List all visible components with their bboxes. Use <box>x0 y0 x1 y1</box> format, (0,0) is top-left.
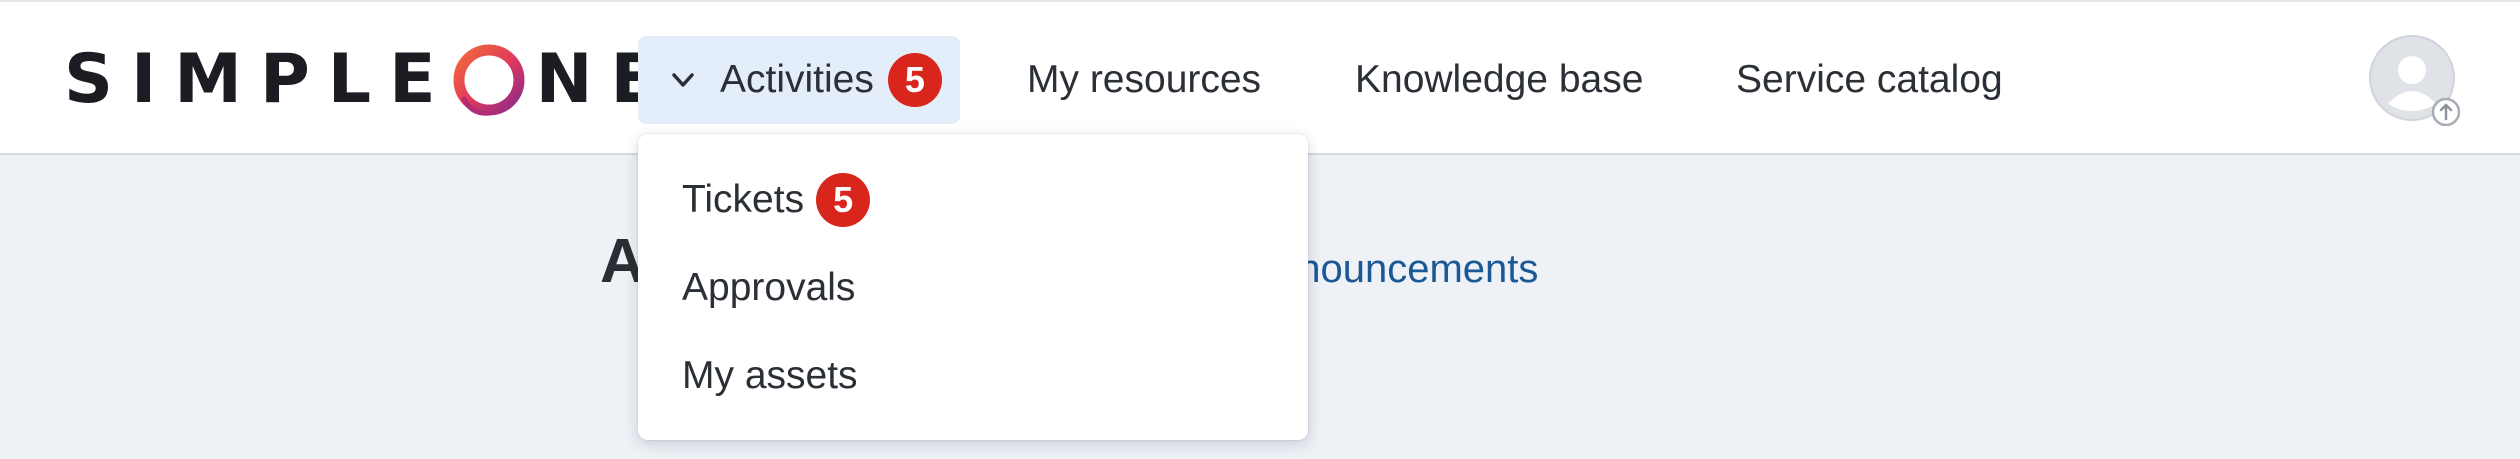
logo-ring-icon <box>453 44 525 116</box>
nav-my-resources[interactable]: My resources <box>1027 36 1261 124</box>
announcements-link[interactable]: nnouncements <box>1276 247 1538 292</box>
simpleone-logo[interactable]: SIMPLE NE <box>64 40 675 120</box>
activities-count-badge: 5 <box>887 53 942 107</box>
nav-activities-label: Activities <box>720 58 874 101</box>
nav-activities[interactable]: Activities 5 <box>638 36 960 124</box>
menu-item-my-assets[interactable]: My assets <box>682 346 858 406</box>
nav-knowledge-base[interactable]: Knowledge base <box>1355 36 1643 124</box>
menu-item-approvals[interactable]: Approvals <box>682 258 855 318</box>
tickets-count-badge: 5 <box>816 173 871 227</box>
menu-item-label: Tickets <box>682 178 805 221</box>
menu-item-tickets[interactable]: Tickets 5 <box>682 170 871 230</box>
chevron-down-icon <box>672 73 694 87</box>
logo-text-left: SIMPLE <box>64 40 454 119</box>
nav-service-catalog[interactable]: Service catalog <box>1736 36 2003 124</box>
menu-item-label: Approvals <box>682 266 856 309</box>
user-avatar-icon[interactable] <box>2368 34 2460 126</box>
top-navigation-bar: SIMPLE NE Activities 5 My resources Know… <box>0 0 2520 155</box>
activities-dropdown-menu: Tickets 5 Approvals My assets <box>638 134 1308 440</box>
menu-item-label: My assets <box>682 354 858 397</box>
